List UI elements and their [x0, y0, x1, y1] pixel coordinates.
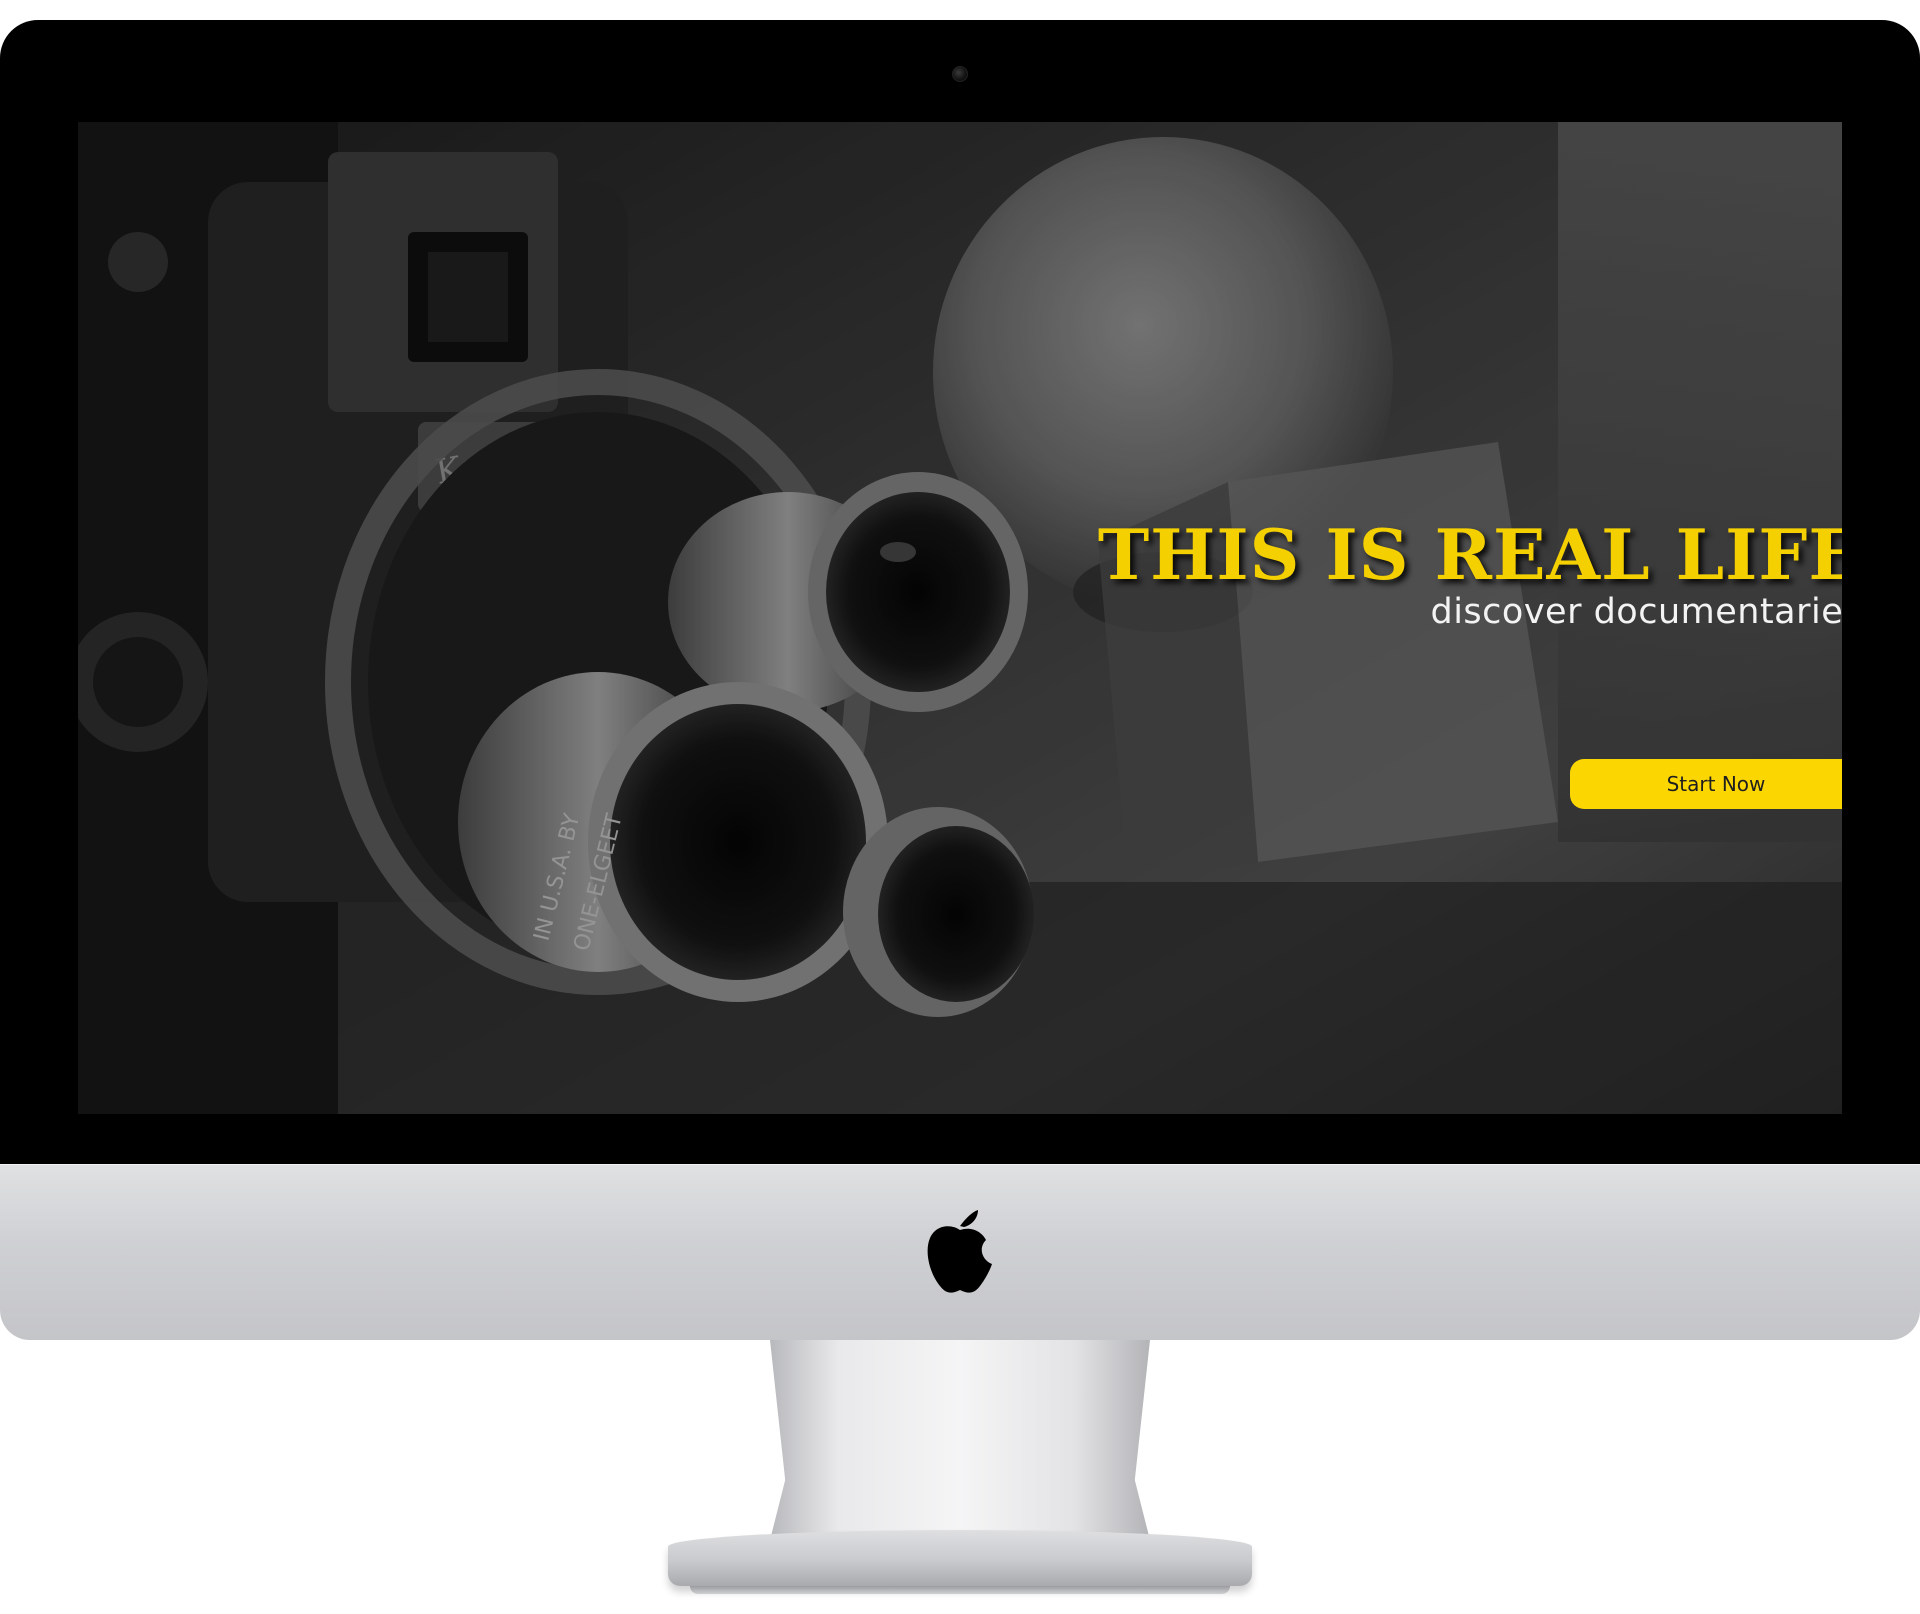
- hero-title: THIS IS REAL LIFE: [1097, 515, 1842, 596]
- display-bezel: Keystone IN U.S.A. BY ONE-ELGEET: [0, 20, 1920, 1164]
- webcam-icon: [952, 66, 968, 82]
- apple-logo-icon: [927, 1210, 992, 1293]
- start-now-button[interactable]: Start Now: [1570, 759, 1842, 809]
- stand-neck: [770, 1340, 1150, 1540]
- screen: Keystone IN U.S.A. BY ONE-ELGEET: [78, 122, 1842, 1114]
- stand-base: [668, 1530, 1252, 1586]
- stand-base-edge: [690, 1586, 1230, 1594]
- imac-mockup: Keystone IN U.S.A. BY ONE-ELGEET: [0, 0, 1920, 1614]
- display-chin: [0, 1164, 1920, 1340]
- hero-subtitle: discover documentaries: [1430, 592, 1842, 632]
